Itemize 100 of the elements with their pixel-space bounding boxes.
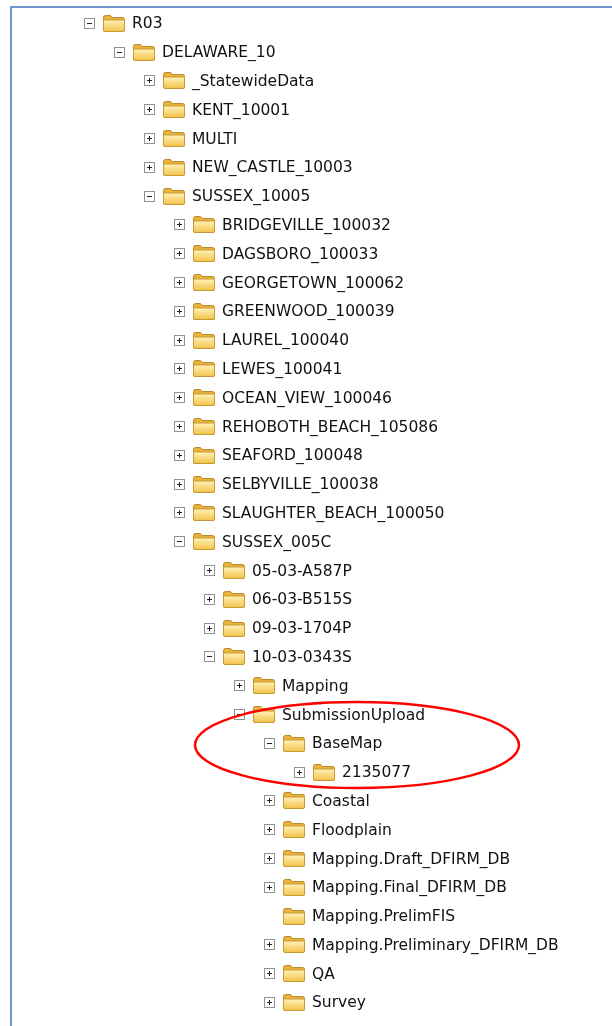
expand-icon[interactable]: [174, 277, 185, 289]
collapse-icon[interactable]: [144, 190, 155, 202]
folder-label[interactable]: DELAWARE_10: [162, 43, 276, 62]
folder-icon: [162, 157, 186, 177]
folder-label[interactable]: NEW_CASTLE_10003: [192, 158, 353, 177]
folder-label[interactable]: Floodplain: [312, 820, 392, 839]
folder-label[interactable]: Mapping: [282, 676, 349, 695]
folder-label[interactable]: 06-03-B515S: [252, 590, 353, 609]
expand-icon[interactable]: [264, 824, 275, 836]
folder-icon: [252, 676, 276, 696]
expand-icon[interactable]: [264, 997, 275, 1008]
collapse-icon[interactable]: [114, 46, 125, 58]
expand-icon[interactable]: [204, 565, 215, 577]
folder-label[interactable]: Mapping.Preliminary_DFIRM_DB: [312, 935, 559, 954]
folder-label[interactable]: _StatewideData: [192, 72, 315, 90]
folder-label[interactable]: MULTI: [192, 129, 238, 148]
folder-label[interactable]: Coastal: [312, 791, 370, 810]
folder-icon: [192, 474, 216, 494]
folder-label[interactable]: SubmissionUpload: [282, 705, 425, 724]
expand-icon[interactable]: [174, 305, 185, 317]
folder-icon: [192, 301, 216, 321]
folder-icon: [192, 388, 216, 408]
folder-icon: [282, 935, 306, 955]
folder-icon: [282, 993, 306, 1012]
folder-icon: [192, 532, 216, 552]
folder-icon: [282, 820, 306, 840]
folder-label[interactable]: 2135077: [342, 763, 412, 782]
expand-icon[interactable]: [204, 622, 215, 634]
folder-icon: [282, 964, 306, 984]
folder-label[interactable]: QA: [312, 964, 335, 983]
folder-label[interactable]: SUSSEX_005C: [222, 532, 332, 551]
expand-icon[interactable]: [144, 104, 155, 116]
folder-icon: [192, 359, 216, 379]
folder-label[interactable]: OCEAN_VIEW_100046: [222, 388, 392, 407]
collapse-icon[interactable]: [264, 737, 275, 749]
folder-label[interactable]: Mapping.Draft_DFIRM_DB: [312, 849, 511, 868]
folder-icon: [312, 762, 336, 782]
folder-icon: [132, 42, 156, 62]
expand-icon[interactable]: [174, 478, 185, 490]
expand-icon[interactable]: [264, 939, 275, 951]
folder-icon: [192, 330, 216, 350]
expand-icon[interactable]: [264, 853, 275, 864]
expand-icon[interactable]: [174, 248, 185, 260]
folder-icon: [192, 417, 216, 437]
folder-icon: [192, 244, 216, 264]
expand-icon[interactable]: [174, 421, 185, 433]
collapse-icon[interactable]: [174, 536, 185, 548]
folder-label[interactable]: GREENWOOD_100039: [222, 302, 395, 321]
expand-icon[interactable]: [204, 593, 215, 605]
folder-label[interactable]: DAGSBORO_100033: [222, 244, 379, 263]
expand-icon[interactable]: [264, 968, 275, 980]
folder-icon: [222, 589, 246, 609]
folder-icon: [282, 906, 306, 926]
folder-label[interactable]: 10-03-0343S: [252, 647, 352, 666]
folder-icon: [222, 647, 246, 667]
expand-icon[interactable]: [174, 392, 185, 404]
collapse-icon[interactable]: [204, 651, 215, 663]
folder-icon: [192, 215, 216, 235]
expand-icon[interactable]: [174, 363, 185, 375]
folder-label[interactable]: Mapping.Final_DFIRM_DB: [312, 878, 507, 897]
folder-label[interactable]: SEAFORD_100048: [222, 446, 363, 465]
folder-icon: [192, 445, 216, 465]
folder-label[interactable]: SUSSEX_10005: [192, 187, 311, 206]
folder-icon: [282, 849, 306, 868]
folder-icon: [192, 503, 216, 523]
folder-label[interactable]: R03: [132, 14, 163, 33]
folder-icon: [162, 100, 186, 120]
expand-icon[interactable]: [264, 881, 275, 893]
collapse-icon[interactable]: [84, 17, 95, 29]
expand-icon[interactable]: [174, 449, 185, 461]
folder-label[interactable]: 05-03-A587P: [252, 561, 352, 580]
folder-label[interactable]: KENT_10001: [192, 100, 291, 119]
expand-icon[interactable]: [144, 161, 155, 173]
folder-label[interactable]: Survey: [312, 993, 366, 1012]
expand-icon[interactable]: [144, 133, 155, 145]
folder-label[interactable]: SLAUGHTER_BEACH_100050: [222, 503, 445, 522]
folder-icon: [282, 791, 306, 811]
folder-label[interactable]: LEWES_100041: [222, 359, 343, 378]
expand-icon[interactable]: [174, 219, 185, 231]
folder-label[interactable]: BRIDGEVILLE_100032: [222, 215, 391, 234]
expand-icon[interactable]: [174, 334, 185, 346]
folder-icon: [222, 618, 246, 638]
expand-icon[interactable]: [234, 680, 245, 692]
folder-label[interactable]: Mapping.PrelimFIS: [312, 907, 456, 926]
folder-label[interactable]: GEORGETOWN_100062: [222, 273, 405, 292]
folder-label[interactable]: REHOBOTH_BEACH_105086: [222, 417, 438, 436]
expand-icon[interactable]: [144, 75, 155, 87]
folder-label[interactable]: BaseMap: [312, 734, 383, 753]
folder-icon: [282, 733, 306, 753]
expand-icon[interactable]: [294, 766, 305, 778]
folder-icon: [162, 129, 186, 149]
folder-label[interactable]: LAUREL_100040: [222, 331, 350, 350]
expand-icon[interactable]: [264, 795, 275, 807]
folder-label[interactable]: SELBYVILLE_100038: [222, 475, 379, 494]
folder-icon: [102, 13, 126, 33]
folder-icon: [162, 71, 186, 91]
folder-label[interactable]: 09-03-1704P: [252, 619, 352, 638]
expand-icon[interactable]: [174, 507, 185, 519]
folder-icon: [162, 186, 186, 206]
folder-icon: [282, 877, 306, 897]
